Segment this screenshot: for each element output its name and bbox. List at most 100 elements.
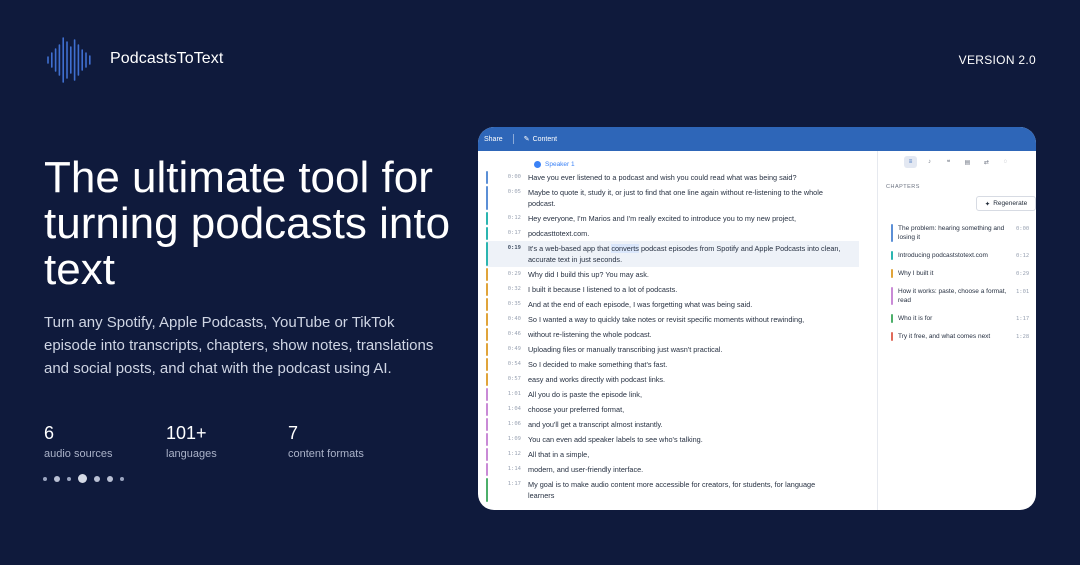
stat-label: languages <box>166 448 217 460</box>
transcript-text: So I decided to make something that's fa… <box>528 360 668 369</box>
timestamp[interactable]: 0:49 <box>486 344 528 355</box>
transcript-line[interactable]: 0:00 Have you ever listened to a podcast … <box>486 170 859 185</box>
carousel-dot[interactable] <box>120 476 124 481</box>
transcript-line[interactable]: 0:17 podcasttotext.com. <box>486 226 859 241</box>
document-icon[interactable]: ▤ <box>961 156 974 168</box>
carousel-dot[interactable] <box>107 475 113 482</box>
transcript-text: and you'll get a transcript almost insta… <box>528 420 663 429</box>
chapter-color-bar <box>486 298 488 311</box>
transcript-line[interactable]: 0:49 Uploading files or manually transcri… <box>486 342 859 357</box>
chapter-item[interactable]: Why I built it 0:29 <box>886 269 1036 278</box>
share-button[interactable]: Share <box>484 136 503 143</box>
timestamp[interactable]: 0:54 <box>486 359 528 370</box>
timestamp[interactable]: 1:12 <box>486 449 528 460</box>
sparkle-icon: ✎ <box>523 136 530 143</box>
speaker-label[interactable]: Speaker 1 <box>534 161 877 168</box>
transcript-text: All that in a simple, <box>528 450 590 459</box>
content-button[interactable]: ✎ Content <box>523 135 557 144</box>
chapter-color-bar <box>486 328 488 341</box>
chapter-item[interactable]: How it works: paste, choose a format, re… <box>886 287 1036 305</box>
chapter-title: How it works: paste, choose a format, re… <box>898 288 1007 304</box>
carousel-dot-active[interactable] <box>78 474 87 483</box>
highlighted-word[interactable]: converts <box>611 244 639 253</box>
stats: 6 audio sources 101+ languages 7 content… <box>44 423 410 460</box>
transcript-line[interactable]: 1:04 choose your preferred format, <box>486 402 859 417</box>
transcript-line[interactable]: 0:19 It's a web-based app that converts p… <box>486 241 859 267</box>
chapter-item[interactable]: The problem: hearing something and losin… <box>886 224 1036 242</box>
speaker-name: Speaker 1 <box>545 161 575 168</box>
chapter-item[interactable]: Try it free, and what comes next 1:28 <box>886 332 1036 341</box>
transcript-line[interactable]: 1:09 You can even add speaker labels to s… <box>486 432 859 447</box>
list-icon[interactable]: ≡ <box>904 156 917 168</box>
transcript-line[interactable]: 0:40 So I wanted a way to quickly take no… <box>486 312 859 327</box>
transcript-line[interactable]: 0:29 Why did I build this up? You may ask… <box>486 267 859 282</box>
timestamp[interactable]: 1:06 <box>486 419 528 430</box>
transcript-line[interactable]: 0:46 without re-listening the whole podca… <box>486 327 859 342</box>
timestamp[interactable]: 1:04 <box>486 404 528 415</box>
timestamp[interactable]: 0:17 <box>486 228 528 239</box>
stat-label: content formats <box>288 448 364 460</box>
chapter-timestamp: 0:00 <box>1016 226 1030 232</box>
timestamp[interactable]: 0:35 <box>486 299 528 310</box>
carousel-dots <box>43 474 124 483</box>
timestamp[interactable]: 0:00 <box>486 172 528 183</box>
transcript-line[interactable]: 1:17 My goal is to make audio content mor… <box>486 477 859 503</box>
timestamp[interactable]: 1:17 <box>486 479 528 501</box>
chapter-item[interactable]: Who it is for 1:17 <box>886 314 1036 323</box>
transcript-line[interactable]: 0:32 I built it because I listened to a l… <box>486 282 859 297</box>
share-label: Share <box>484 135 503 143</box>
app-preview: Share ✎ Content Speaker 1 0:00 Have you e… <box>478 127 1036 510</box>
timestamp[interactable]: 0:19 <box>486 243 528 265</box>
timestamp[interactable]: 0:40 <box>486 314 528 325</box>
transcript-line[interactable]: 1:12 All that in a simple, <box>486 447 859 462</box>
transcript-line[interactable]: 0:12 Hey everyone, I'm Marios and I'm rea… <box>486 211 859 226</box>
transcript-panel[interactable]: Speaker 1 0:00 Have you ever listened to … <box>478 151 878 510</box>
timestamp[interactable]: 0:12 <box>486 213 528 224</box>
chapter-timestamp: 1:17 <box>1016 316 1030 322</box>
chapter-color-bar <box>486 212 488 225</box>
timestamp[interactable]: 0:46 <box>486 329 528 340</box>
carousel-dot[interactable] <box>43 476 47 481</box>
stat-content-formats: 7 content formats <box>288 423 410 460</box>
timestamp[interactable]: 0:05 <box>486 187 528 209</box>
transcript-text: Have you ever listened to a podcast and … <box>528 173 797 182</box>
carousel-dot[interactable] <box>94 475 100 482</box>
transcript-line[interactable]: 0:54 So I decided to make something that'… <box>486 357 859 372</box>
timestamp[interactable]: 1:01 <box>486 389 528 400</box>
brand-name[interactable]: PodcastsToText <box>110 50 223 68</box>
transcript-line[interactable]: 0:35 And at the end of each episode, I wa… <box>486 297 859 312</box>
chapter-color-bar <box>891 224 893 242</box>
timestamp[interactable]: 0:57 <box>486 374 528 385</box>
chapter-color-bar <box>486 227 488 240</box>
transcript-text: modern, and user-friendly interface. <box>528 465 644 474</box>
transcript-line[interactable]: 1:14 modern, and user-friendly interface. <box>486 462 859 477</box>
chapter-item[interactable]: Introducing podcaststotext.com 0:12 <box>886 251 1036 260</box>
brand-logo[interactable] <box>46 34 92 86</box>
chapter-title: Introducing podcaststotext.com <box>898 252 988 259</box>
timestamp[interactable]: 1:09 <box>486 434 528 445</box>
transcript-line[interactable]: 0:05 Maybe to quote it, study it, or just… <box>486 185 859 211</box>
transcript-line[interactable]: 0:57 easy and works directly with podcast… <box>486 372 859 387</box>
regenerate-button[interactable]: ✦ Regenerate <box>976 196 1036 211</box>
waveform-icon <box>47 37 91 83</box>
chapter-color-bar <box>486 463 488 476</box>
mic-icon[interactable]: ♪ <box>923 156 936 168</box>
carousel-dot[interactable] <box>54 475 60 482</box>
transcript-line[interactable]: 1:01 All you do is paste the episode link… <box>486 387 859 402</box>
carousel-dot[interactable] <box>67 476 71 481</box>
transcript-text: Uploading files or manually transcribing… <box>528 345 723 354</box>
chat-icon[interactable]: ◌ <box>999 156 1012 168</box>
transcript-text: You can even add speaker labels to see w… <box>528 435 703 444</box>
transcript-text: All you do is paste the episode link, <box>528 390 642 399</box>
timestamp[interactable]: 0:32 <box>486 284 528 295</box>
timestamp[interactable]: 0:29 <box>486 269 528 280</box>
translate-icon[interactable]: ⇄ <box>980 156 993 168</box>
chapter-color-bar <box>891 251 893 260</box>
transcript-text: choose your preferred format, <box>528 405 625 414</box>
quote-icon[interactable]: ❝ <box>942 156 955 168</box>
chapter-color-bar <box>486 343 488 356</box>
transcript-text: My goal is to make audio content more ac… <box>528 480 816 500</box>
version-label: VERSION 2.0 <box>958 53 1036 67</box>
timestamp[interactable]: 1:14 <box>486 464 528 475</box>
transcript-line[interactable]: 1:06 and you'll get a transcript almost i… <box>486 417 859 432</box>
